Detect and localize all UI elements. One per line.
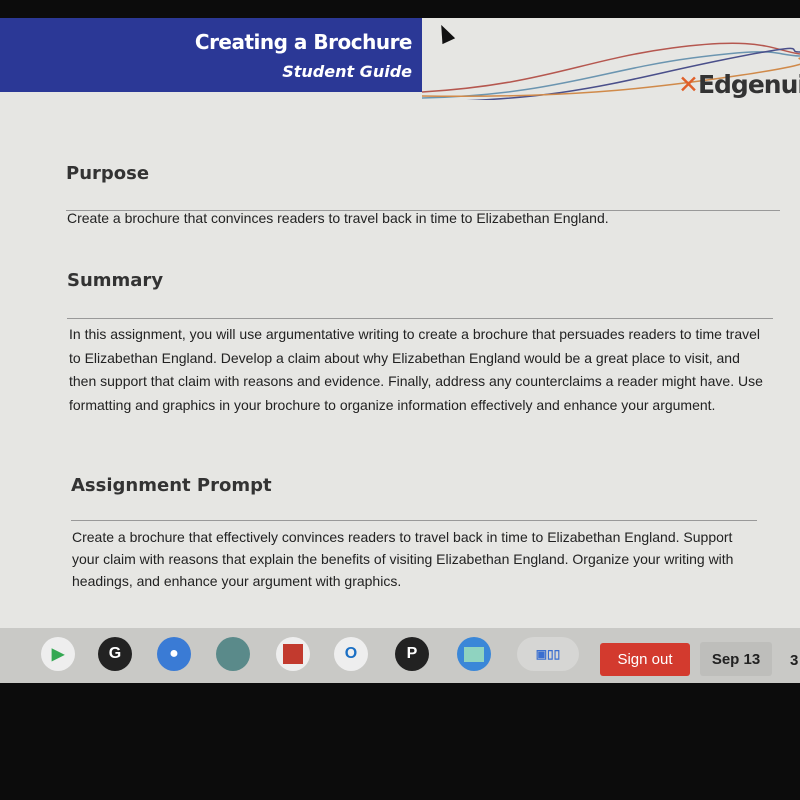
summary-text: In this assignment, you will use argumen…	[69, 326, 763, 413]
divider	[67, 318, 773, 319]
purpose-heading: Purpose	[66, 163, 150, 184]
assignment-prompt-heading: Assignment Prompt	[71, 475, 272, 496]
logo-text: Edgenuit	[697, 70, 800, 99]
logo-x-icon: ✕	[678, 70, 699, 99]
files-icon[interactable]	[457, 637, 491, 671]
page-title: Creating a Brochure	[194, 30, 413, 54]
outlook-label: O	[344, 645, 358, 662]
assignment-prompt-text: Create a brochure that effectively convi…	[72, 529, 734, 589]
edgenuity-logo: ✕Edgenuit	[678, 70, 800, 99]
g-app-label: G	[108, 645, 122, 662]
divider	[71, 520, 757, 521]
red-app-icon[interactable]	[276, 637, 310, 671]
earth-icon[interactable]	[216, 637, 250, 671]
p-app-icon[interactable]: P	[395, 637, 429, 671]
header-banner: Creating a Brochure Student Guide	[0, 18, 422, 92]
outlook-icon[interactable]: O	[334, 637, 368, 671]
sign-out-button[interactable]: Sign out	[600, 643, 690, 676]
g-app-icon[interactable]: G	[98, 637, 132, 671]
open-windows-icon[interactable]: ▣▯▯	[517, 637, 579, 671]
purpose-text: Create a brochure that convinces readers…	[67, 210, 609, 226]
page-subtitle: Student Guide	[282, 62, 412, 81]
camera-icon[interactable]: ●	[157, 637, 191, 671]
time-display[interactable]: 3	[790, 652, 798, 669]
play-store-icon[interactable]: ▶	[41, 637, 75, 671]
date-display[interactable]: Sep 13	[700, 642, 772, 676]
p-app-label: P	[406, 645, 418, 662]
summary-heading: Summary	[67, 270, 164, 291]
